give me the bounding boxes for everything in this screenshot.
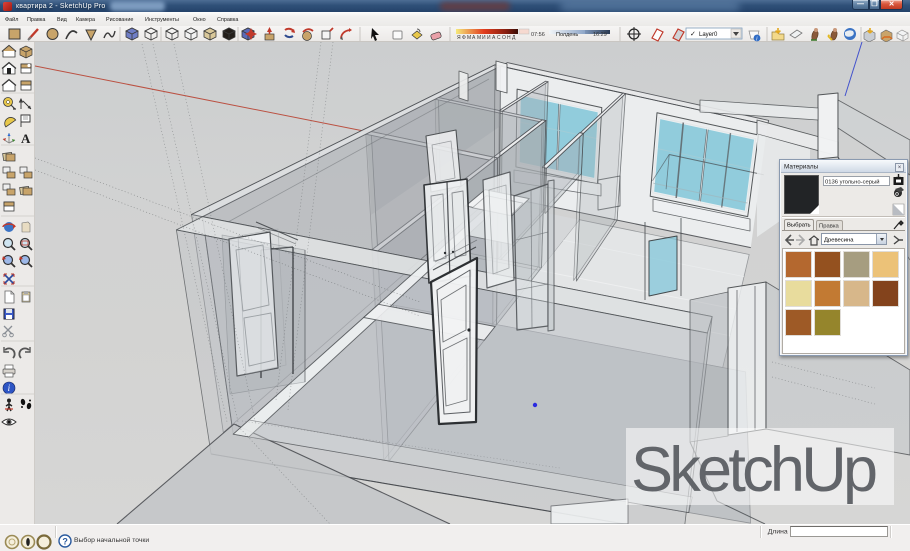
svg-text:С: С — [497, 35, 501, 41]
svg-text:О: О — [502, 35, 506, 41]
svg-text:Ф: Ф — [462, 35, 466, 41]
svg-text:М: М — [467, 35, 471, 41]
svg-text:А: А — [472, 35, 476, 41]
svg-text:07:56: 07:56 — [531, 32, 545, 38]
svg-text:А: А — [492, 35, 496, 41]
svg-text:✓: ✓ — [690, 31, 696, 38]
svg-text:Я: Я — [457, 35, 461, 41]
svg-text:Д: Д — [512, 35, 516, 41]
svg-text:Н: Н — [507, 35, 511, 41]
svg-text:М: М — [477, 35, 481, 41]
svg-text:Layer0: Layer0 — [699, 32, 718, 38]
svg-text:A: A — [21, 131, 31, 146]
svg-text:Полдень: Полдень — [556, 32, 578, 38]
svg-text:?: ? — [62, 537, 68, 547]
svg-text:SketchUp: SketchUp — [631, 435, 878, 505]
svg-text:16:29: 16:29 — [593, 32, 607, 38]
svg-text:И: И — [482, 35, 486, 41]
svg-text:И: И — [487, 35, 491, 41]
